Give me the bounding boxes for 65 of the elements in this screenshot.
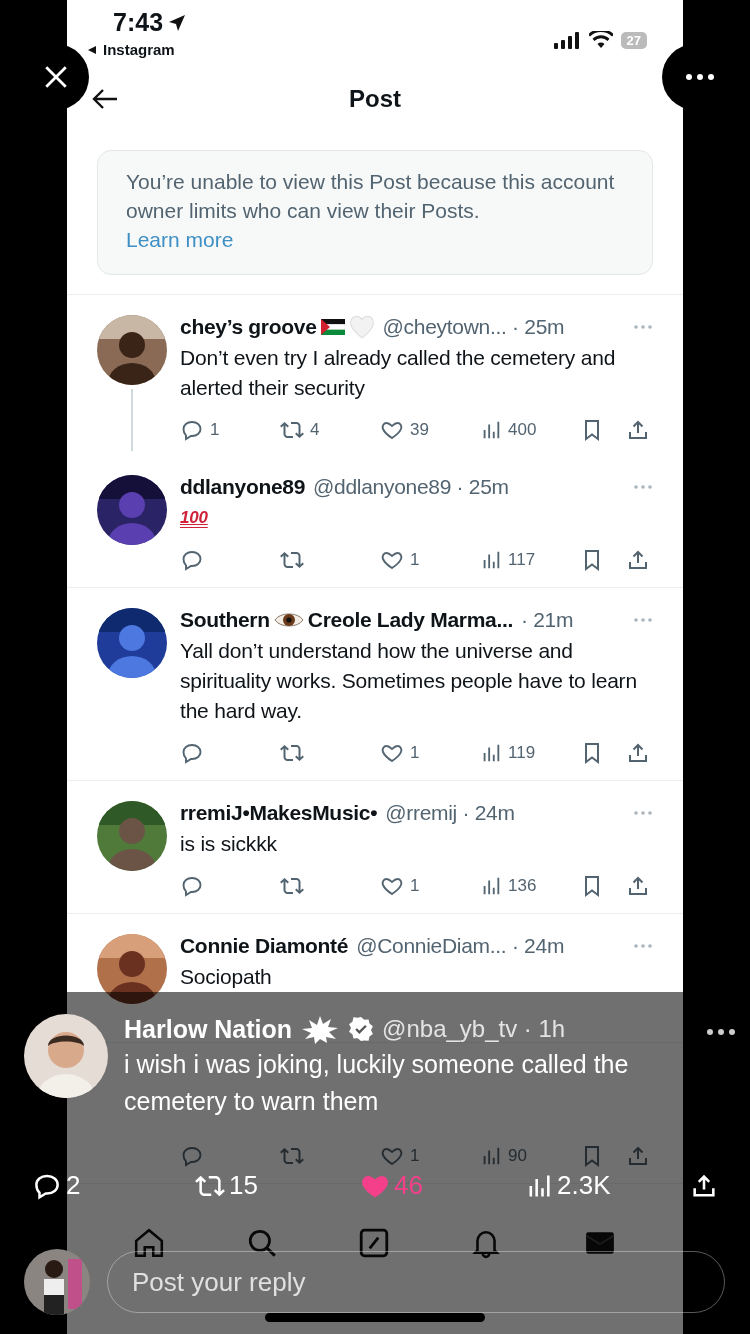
compose-icon[interactable] — [357, 1227, 390, 1259]
back-triangle-icon[interactable] — [87, 44, 97, 55]
reply-action[interactable]: 1 — [180, 418, 220, 442]
reposts-stat[interactable]: 15 — [195, 1170, 258, 1201]
user-name[interactable]: chey’s groove — [180, 315, 317, 339]
handle-and-time: @ConnieDiam... · 24m — [356, 934, 565, 958]
more-icon[interactable] — [706, 1028, 736, 1036]
reply-action[interactable] — [180, 1144, 204, 1168]
share-icon[interactable] — [626, 741, 650, 765]
reply-text: Yall don’t understand how the universe and spirituality works. Sometimes people have to learn the hard way. — [180, 638, 638, 724]
like-action[interactable]: 1 — [380, 548, 420, 572]
views-action[interactable]: 136 — [480, 875, 537, 897]
signal-icon — [552, 31, 581, 49]
repost-action[interactable]: 4 — [280, 418, 320, 442]
close-icon — [43, 64, 69, 90]
like-action[interactable]: 1 — [380, 741, 420, 765]
reply-icon — [180, 548, 204, 572]
reply-text: is is sickkk — [180, 831, 278, 857]
page-title: Post — [348, 85, 402, 113]
views-stat[interactable]: 2.3K — [525, 1170, 611, 1201]
reply-icon — [180, 1144, 204, 1168]
user-name[interactable]: Creole Lady Marma... — [307, 608, 513, 632]
heart-icon — [348, 315, 375, 339]
handle-and-time: @cheytown... · 25m — [382, 315, 565, 339]
verified-icon — [348, 1016, 375, 1042]
reply-icon — [180, 741, 204, 765]
home-icon[interactable] — [133, 1227, 166, 1259]
author-name[interactable]: Harlow Nation — [124, 1014, 293, 1044]
like-action[interactable]: 39 — [380, 418, 429, 442]
user-name[interactable]: rremiJ•MakesMusic• — [180, 801, 378, 825]
post-text: i wish i was joking, luckily someone called the cemetery to warn them — [124, 1049, 630, 1117]
learn-more-link[interactable]: Learn more — [126, 225, 234, 254]
handle-and-time: @rremij · 24m — [385, 801, 515, 825]
reply-action[interactable] — [180, 741, 204, 765]
views-action[interactable]: 117 — [480, 549, 536, 571]
views-action[interactable]: 400 — [480, 419, 537, 441]
location-arrow-icon — [167, 12, 188, 33]
reply-text: Don’t even try I already called the cemetery and alerted their security — [180, 345, 617, 401]
share-icon[interactable] — [626, 418, 650, 442]
share-icon[interactable] — [626, 874, 650, 898]
battery-level: 27 — [620, 31, 647, 49]
views-action[interactable]: 119 — [480, 742, 536, 764]
flag-icon — [320, 319, 345, 335]
handle-and-time: @ddlanyone89 · 25m — [313, 475, 509, 499]
reply-action[interactable] — [180, 874, 204, 898]
reply-text: 100 — [180, 507, 209, 529]
back-arrow-icon[interactable] — [91, 87, 119, 111]
user-name[interactable]: ddlanyone89 — [180, 475, 306, 499]
share-icon[interactable] — [626, 548, 650, 572]
handle-and-time: · 21m — [521, 608, 574, 632]
wifi-icon — [588, 31, 613, 49]
reply-icon — [180, 418, 204, 442]
user-name[interactable]: Southern — [180, 608, 270, 632]
status-time: 7:43 — [113, 8, 164, 37]
reply-action[interactable] — [180, 548, 204, 572]
like-action[interactable]: 1 — [380, 874, 420, 898]
author-handle: @nba_yb_tv · 1h — [382, 1015, 566, 1043]
reply-icon — [180, 874, 204, 898]
back-to-app-link[interactable]: Instagram — [103, 41, 175, 58]
notice-text: You’re unable to view this Post because this account owner limits who can view their Posts. — [126, 169, 616, 224]
user-name[interactable]: Connie Diamonté — [180, 934, 349, 958]
more-icon — [684, 73, 716, 81]
reply-text: Sociopath — [180, 964, 273, 990]
replies-stat[interactable]: 2 — [32, 1170, 81, 1201]
eye-icon — [273, 610, 304, 630]
